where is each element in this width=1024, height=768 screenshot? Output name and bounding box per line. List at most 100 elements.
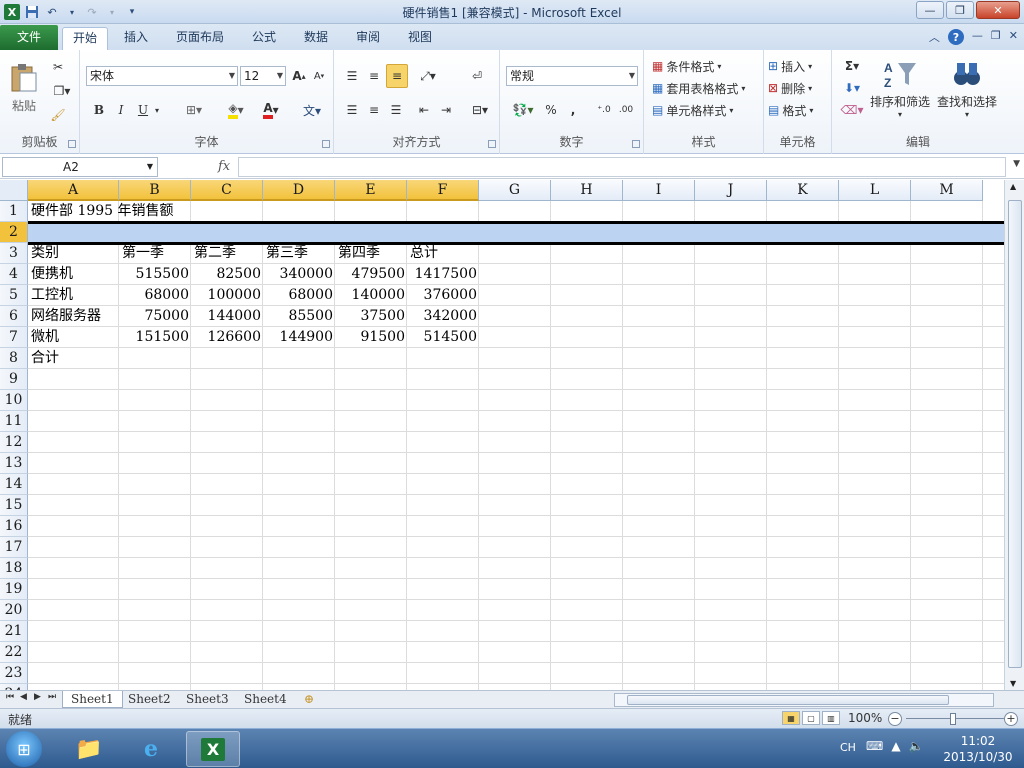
row-header-22[interactable]: 22 — [0, 642, 28, 663]
horizontal-scroll-thumb[interactable] — [627, 695, 949, 705]
data-cell[interactable]: 68000 — [266, 285, 335, 306]
tab-home[interactable]: 开始 — [62, 27, 109, 50]
font-launcher-icon[interactable] — [322, 140, 330, 148]
internet-explorer-icon[interactable]: e — [124, 731, 178, 767]
shrink-font-icon[interactable]: A ▾ — [310, 66, 328, 86]
row-label-cell[interactable]: 工控机 — [31, 285, 119, 306]
header-cell[interactable]: 第一季 — [122, 243, 191, 264]
minimize-button[interactable]: — — [916, 1, 944, 19]
formula-input[interactable] — [238, 157, 1006, 177]
column-header-m[interactable]: M — [911, 180, 983, 201]
column-header-i[interactable]: I — [623, 180, 695, 201]
format-as-table-button[interactable]: ▦ 套用表格格式 ▾ — [652, 78, 764, 98]
first-sheet-icon[interactable]: ⏮ — [6, 692, 14, 702]
number-format-combo[interactable]: 常规 ▼ — [506, 66, 638, 86]
row-header-1[interactable]: 1 — [0, 201, 28, 222]
grow-font-icon[interactable]: A ▴ — [290, 66, 308, 86]
column-header-b[interactable]: B — [119, 180, 191, 201]
align-middle-icon[interactable]: ≡ — [364, 66, 384, 86]
header-cell[interactable]: 第三季 — [266, 243, 335, 264]
row-header-6[interactable]: 6 — [0, 306, 28, 327]
data-cell[interactable]: 126600 — [194, 327, 263, 348]
explorer-icon[interactable]: 📁 — [62, 731, 116, 767]
horizontal-scrollbar[interactable] — [614, 693, 994, 707]
tab-page-layout[interactable]: 页面布局 — [166, 27, 234, 50]
row-header-14[interactable]: 14 — [0, 474, 28, 495]
phonetic-icon[interactable]: 文▾ — [296, 100, 328, 120]
align-center-icon[interactable]: ≡ — [364, 100, 384, 120]
column-header-e[interactable]: E — [335, 180, 407, 201]
workbook-restore-icon[interactable]: ❐ — [991, 29, 1001, 45]
row-header-12[interactable]: 12 — [0, 432, 28, 453]
row-header-13[interactable]: 13 — [0, 453, 28, 474]
data-cell[interactable]: 91500 — [338, 327, 407, 348]
worksheet-grid[interactable]: ABCDEFGHIJKLM 1 2 3 4 5 6 7 8 9 10 11 12 13 14 15 16 17 1… — [0, 180, 1004, 690]
bold-button[interactable]: B — [90, 100, 108, 120]
row-header-15[interactable]: 15 — [0, 495, 28, 516]
workbook-minimize-icon[interactable]: — — [972, 29, 983, 45]
row-header-5[interactable]: 5 — [0, 285, 28, 306]
data-cell[interactable]: 376000 — [410, 285, 479, 306]
header-cell[interactable]: 第二季 — [194, 243, 263, 264]
row-header-2[interactable]: 2 — [0, 222, 28, 243]
format-painter-icon[interactable]: 🖌 — [48, 106, 68, 124]
data-cell[interactable]: 75000 — [122, 306, 191, 327]
insert-sheet-icon[interactable]: ⊕ — [296, 691, 322, 708]
underline-dropdown-icon[interactable]: ▾ — [152, 100, 162, 120]
expand-formula-bar-icon[interactable]: ▼ — [1013, 159, 1020, 169]
restore-button[interactable]: ❐ — [946, 1, 974, 19]
copy-icon[interactable]: ❐▾ — [48, 82, 76, 100]
decrease-decimal-icon[interactable]: .00 — [616, 100, 636, 120]
tab-data[interactable]: 数据 — [294, 27, 338, 50]
data-cell[interactable]: 151500 — [122, 327, 191, 348]
zoom-slider-thumb[interactable] — [950, 713, 956, 725]
tab-file[interactable]: 文件 — [0, 25, 58, 50]
fill-color-icon[interactable]: ◈ ▾ — [220, 100, 252, 120]
header-cell[interactable]: 总计 — [410, 243, 479, 264]
last-sheet-icon[interactable]: ⏭ — [48, 692, 56, 702]
row-header-3[interactable]: 3 — [0, 243, 28, 264]
font-color-icon[interactable]: A ▾ — [256, 100, 286, 120]
autosum-icon[interactable]: Σ▾ — [838, 56, 866, 76]
row-header-4[interactable]: 4 — [0, 264, 28, 285]
orientation-icon[interactable]: ⤢▾ — [414, 66, 442, 86]
merge-center-icon[interactable]: ⊟▾ — [466, 100, 494, 120]
tab-review[interactable]: 审阅 — [346, 27, 390, 50]
next-sheet-icon[interactable]: ▶ — [34, 692, 41, 702]
column-header-d[interactable]: D — [263, 180, 335, 201]
row-header-16[interactable]: 16 — [0, 516, 28, 537]
data-cell[interactable]: 479500 — [338, 264, 407, 285]
row-header-18[interactable]: 18 — [0, 558, 28, 579]
clear-icon[interactable]: ⌫▾ — [838, 100, 866, 120]
volume-icon[interactable]: 🔈 — [909, 739, 924, 753]
select-all-corner[interactable] — [0, 180, 28, 201]
system-clock[interactable]: 11:02 2013/10/30 — [938, 733, 1018, 765]
row-header-21[interactable]: 21 — [0, 621, 28, 642]
data-cell[interactable]: 515500 — [122, 264, 191, 285]
underline-button[interactable]: U — [134, 100, 152, 120]
row-header-8[interactable]: 8 — [0, 348, 28, 369]
zoom-out-icon[interactable]: − — [888, 712, 902, 726]
data-cell[interactable]: 144000 — [194, 306, 263, 327]
help-icon[interactable]: ? — [947, 29, 964, 45]
close-button[interactable]: ✕ — [976, 1, 1020, 19]
data-cell[interactable]: 37500 — [338, 306, 407, 327]
fill-icon[interactable]: ⬇▾ — [838, 78, 866, 98]
data-cell[interactable]: 514500 — [410, 327, 479, 348]
data-cell[interactable]: 100000 — [194, 285, 263, 306]
zoom-in-icon[interactable]: + — [1004, 712, 1018, 726]
vertical-scrollbar[interactable]: ▲ ▼ — [1004, 180, 1024, 690]
zoom-level[interactable]: 100% — [848, 711, 882, 725]
align-bottom-icon[interactable]: ≡ — [386, 64, 408, 88]
ime-indicator[interactable]: CH — [840, 741, 856, 754]
currency-icon[interactable]: 💱▾ — [508, 100, 538, 120]
column-header-a[interactable]: A — [28, 180, 119, 201]
column-header-f[interactable]: F — [407, 180, 479, 201]
borders-icon[interactable]: ⊞▾ — [180, 100, 208, 120]
row-header-7[interactable]: 7 — [0, 327, 28, 348]
total-label-cell[interactable]: 合计 — [31, 348, 119, 369]
row-label-cell[interactable]: 便携机 — [31, 264, 119, 285]
percent-button[interactable]: % — [542, 100, 560, 120]
conditional-format-button[interactable]: ▦ 条件格式 ▾ — [652, 56, 760, 76]
sheet-tab-sheet3[interactable]: Sheet3 — [178, 691, 237, 708]
